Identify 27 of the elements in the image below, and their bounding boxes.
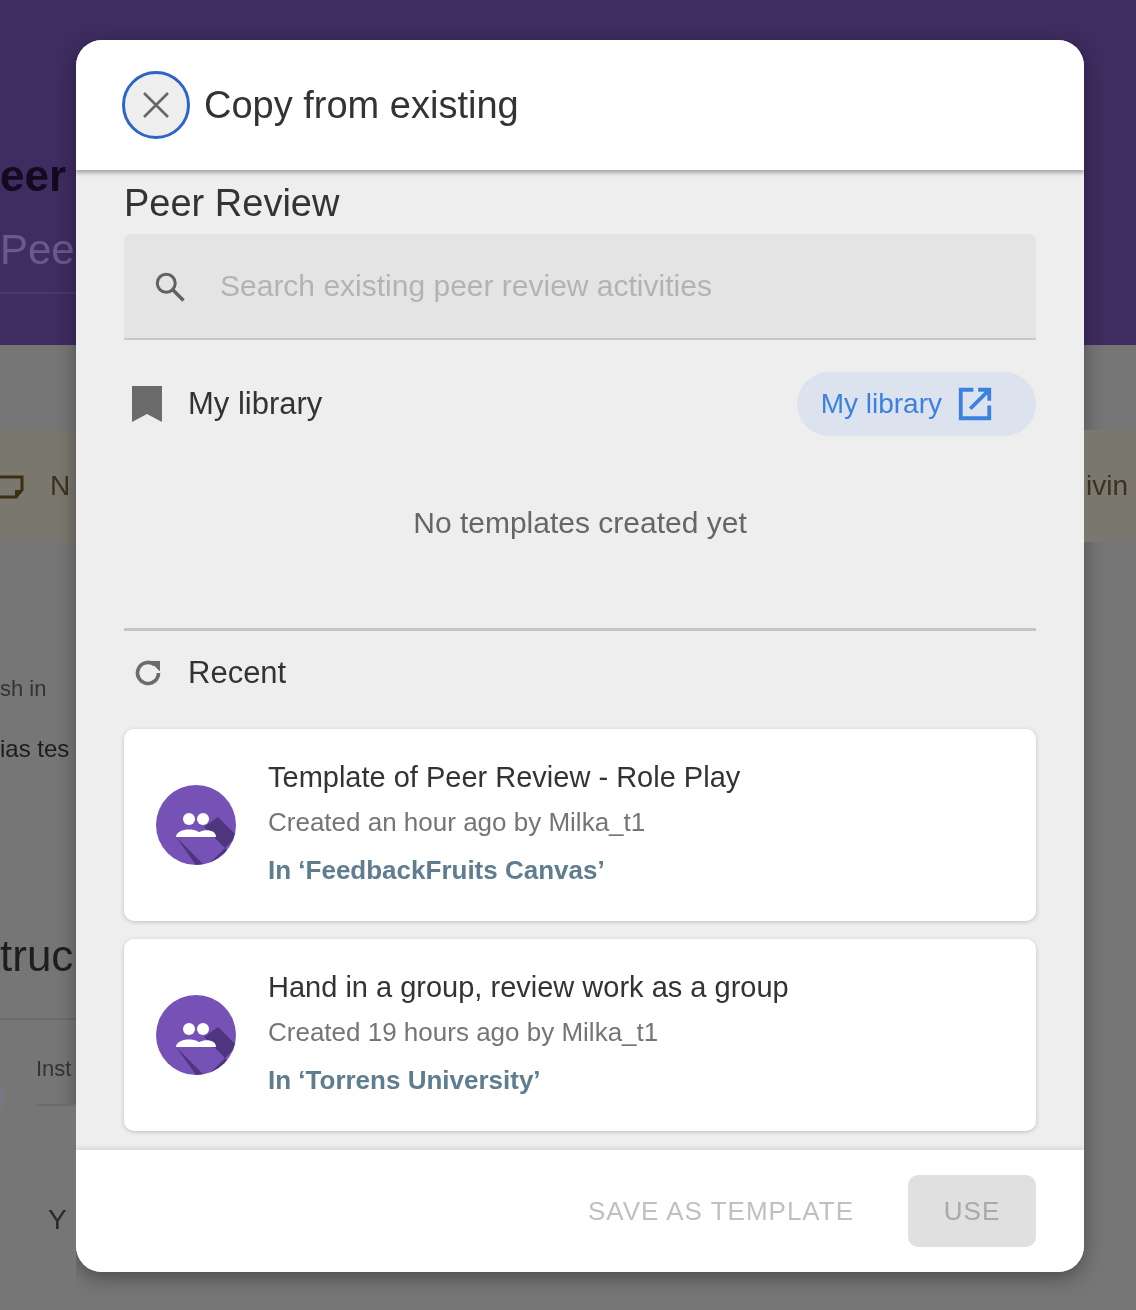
section-heading: truc <box>0 930 74 981</box>
dialog-title: Copy from existing <box>204 83 519 127</box>
banner-text: ivin <box>1086 470 1128 502</box>
card-title: Template of Peer Review - Role Play <box>268 760 741 795</box>
card-title: Hand in a group, review work as a group <box>268 970 789 1005</box>
banner-text: N <box>50 470 71 502</box>
field-value: Y <box>48 1204 67 1236</box>
bookmark-icon <box>132 386 162 422</box>
card-meta: Created 19 hours ago by Milka_t1 <box>268 1016 660 1049</box>
page-title: eer <box>0 150 68 202</box>
external-link-icon <box>956 385 994 423</box>
group-icon <box>156 785 236 865</box>
activity-card[interactable]: Hand in a group, review work as a group Created 19 hours ago by Milka_t1 In ‘Torrens University’ <box>124 939 1036 1131</box>
section-title: Peer Review <box>124 181 341 226</box>
section-heading: Recent <box>188 655 287 691</box>
section-heading: My library <box>188 386 323 422</box>
course-name: In ‘Torrens University’ <box>268 1064 542 1097</box>
activity-card[interactable]: Template of Peer Review - Role Play Created an hour ago by Milka_t1 In ‘FeedbackFruits Canvas’ <box>124 729 1036 921</box>
group-icon <box>156 995 236 1075</box>
my-library-button[interactable]: My library <box>796 372 1036 436</box>
close-icon <box>141 90 171 120</box>
card-meta: Created an hour ago by Milka_t1 <box>268 806 647 839</box>
empty-message: No templates created yet <box>412 506 748 541</box>
row-label: sh in <box>0 676 47 702</box>
course-name: In ‘FeedbackFruits Canvas’ <box>268 854 606 887</box>
row-value: ias tes <box>0 735 70 763</box>
field-label: Inst <box>36 1056 72 1082</box>
